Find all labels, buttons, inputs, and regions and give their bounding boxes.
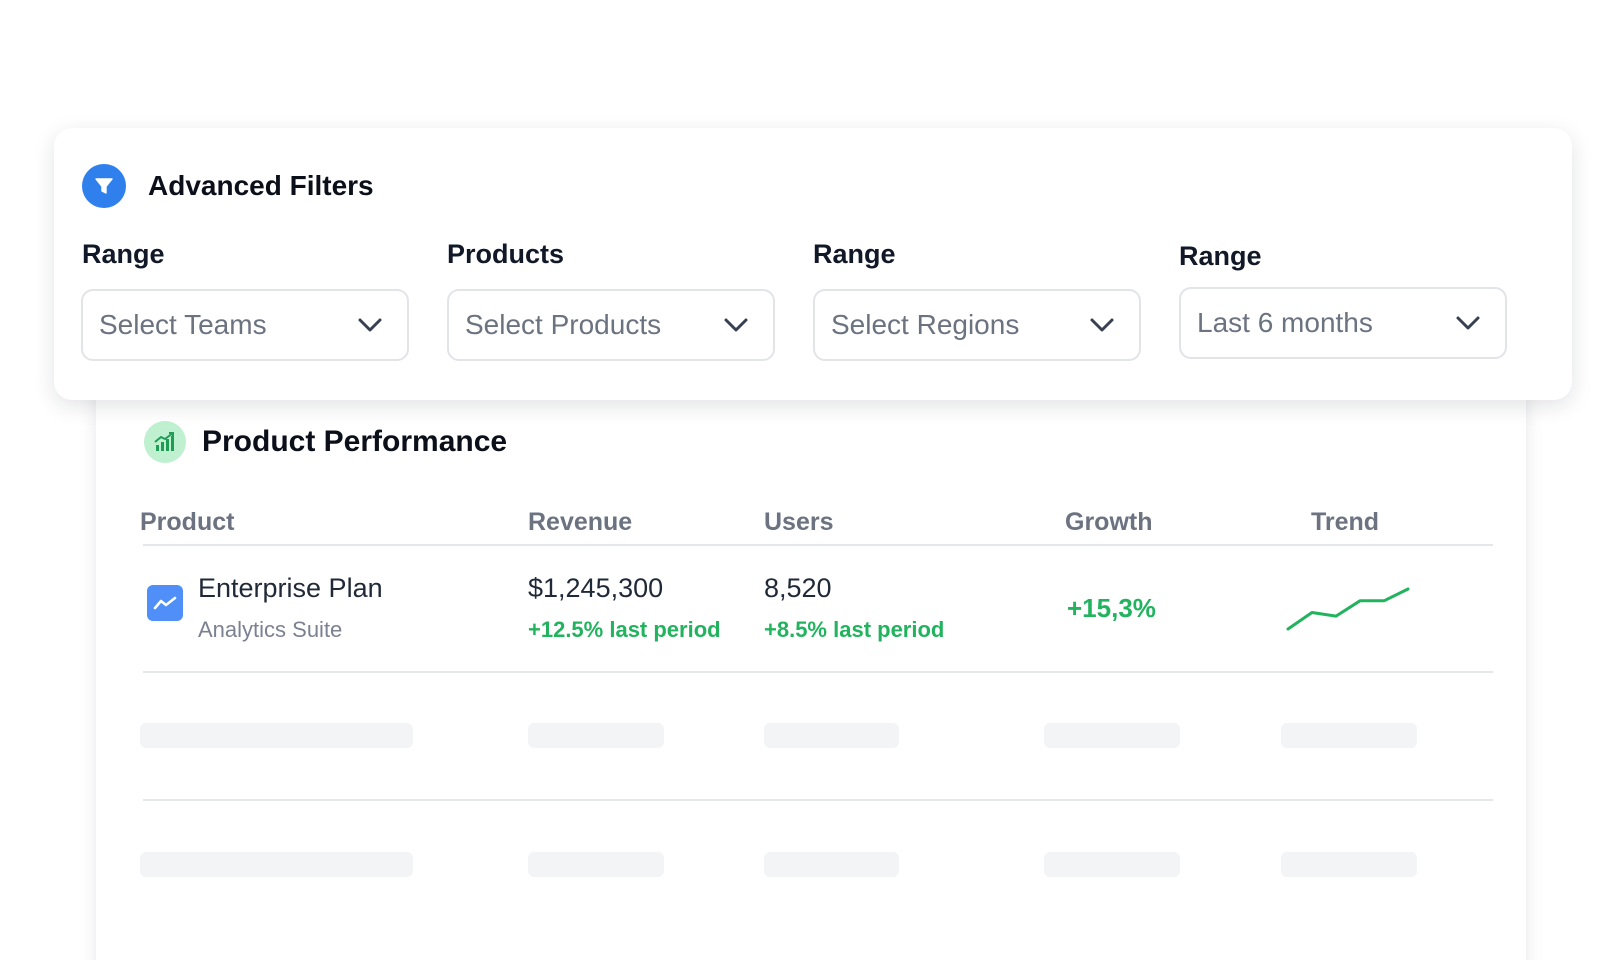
teams-select[interactable]: Select Teams (81, 289, 409, 361)
filter-label-range: Range (82, 239, 165, 269)
skeleton-cell (140, 723, 413, 748)
skeleton-cell (1281, 852, 1417, 877)
column-header-trend[interactable]: Trend (1311, 508, 1379, 537)
skeleton-cell (140, 852, 413, 877)
skeleton-cell (1281, 723, 1417, 748)
skeleton-cell (764, 723, 899, 748)
filter-label-range: Range (1179, 241, 1262, 271)
product-performance-title: Product Performance (202, 425, 508, 458)
regions-select[interactable]: Select Regions (813, 289, 1141, 361)
users-value: 8,520 (764, 573, 832, 603)
dashboard-stage: Product Performance Product Revenue User… (0, 0, 1600, 960)
users-change: +8.5% last period (764, 617, 945, 642)
filter-label-range: Range (813, 239, 896, 269)
column-header-growth[interactable]: Growth (1065, 508, 1153, 537)
skeleton-cell (764, 852, 899, 877)
column-header-product[interactable]: Product (140, 508, 234, 537)
skeleton-cell (1044, 852, 1180, 877)
header-divider (143, 544, 1493, 546)
date-range-select[interactable]: Last 6 months (1179, 287, 1507, 359)
chevron-down-icon (1089, 312, 1115, 338)
chevron-down-icon (723, 312, 749, 338)
filter-icon (82, 164, 126, 208)
product-performance-header: Product Performance (144, 421, 507, 463)
row-divider (143, 671, 1493, 673)
skeleton-cell (528, 852, 664, 877)
product-name: Enterprise Plan (198, 573, 383, 603)
regions-select-value: Select Regions (831, 309, 1020, 340)
column-header-users[interactable]: Users (764, 508, 834, 537)
bar-chart-icon (144, 421, 186, 463)
skeleton-cell (1044, 723, 1180, 748)
product-subtitle: Analytics Suite (198, 617, 343, 642)
table-header: Product Revenue Users Growth Trend (0, 508, 1600, 538)
revenue-change: +12.5% last period (528, 617, 721, 642)
teams-select-value: Select Teams (99, 309, 267, 340)
advanced-filters-header: Advanced Filters (82, 164, 374, 208)
trend-sparkline-line (1286, 587, 1410, 631)
table-row[interactable]: Enterprise Plan Analytics Suite $1,245,3… (0, 573, 1600, 665)
trend-sparkline (1286, 587, 1410, 631)
products-select[interactable]: Select Products (447, 289, 775, 361)
products-select-value: Select Products (465, 309, 662, 340)
filter-label-products: Products (447, 239, 565, 269)
column-header-revenue[interactable]: Revenue (528, 508, 632, 537)
row-divider (143, 799, 1493, 801)
revenue-value: $1,245,300 (528, 573, 664, 603)
advanced-filters-title: Advanced Filters (148, 170, 374, 201)
trend-line-icon (147, 585, 183, 621)
date-range-select-value: Last 6 months (1197, 307, 1373, 338)
growth-value: +15,3% (1067, 593, 1156, 623)
chevron-down-icon (357, 312, 383, 338)
skeleton-cell (528, 723, 664, 748)
chevron-down-icon (1455, 310, 1481, 336)
